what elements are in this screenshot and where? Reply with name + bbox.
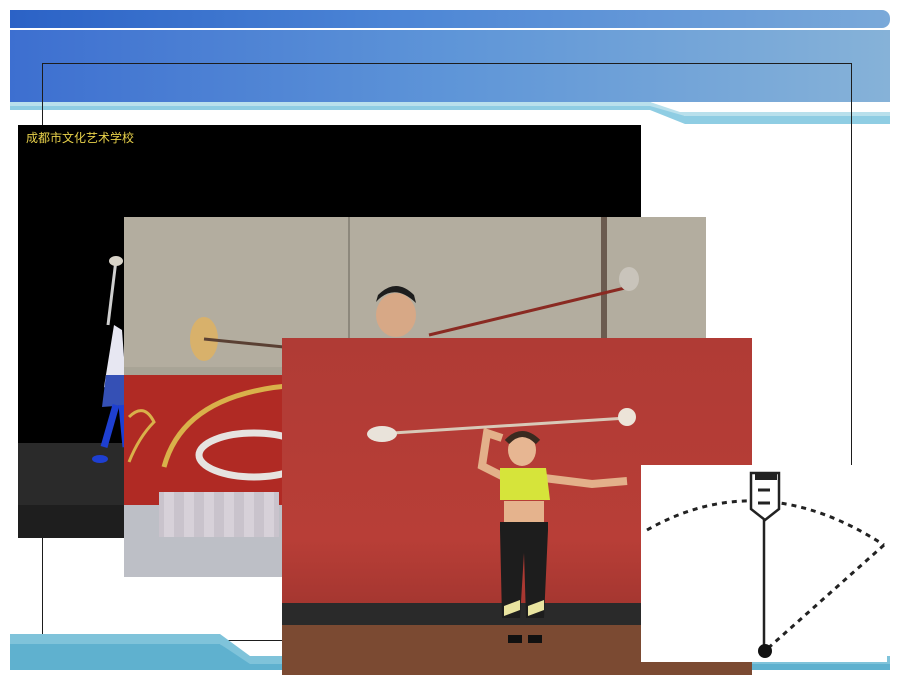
swing-arc-diagram [641, 465, 887, 662]
header-top-bar [10, 10, 890, 28]
swing-arc-diagram-icon [646, 471, 885, 658]
